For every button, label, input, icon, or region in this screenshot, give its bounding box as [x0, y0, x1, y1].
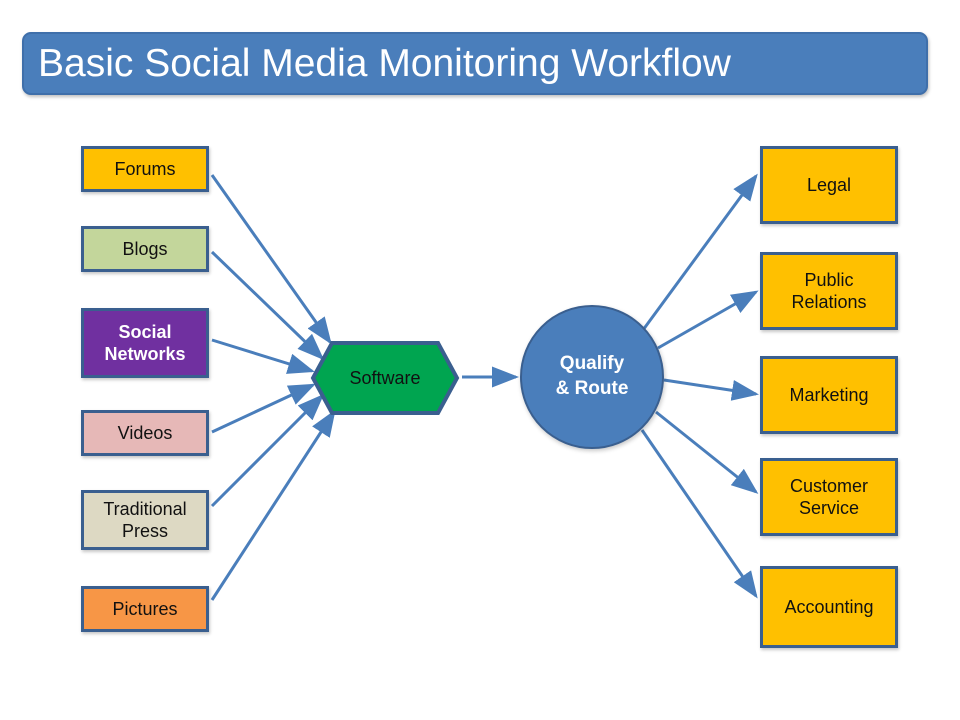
source-node-social-networks[interactable]: Social Networks [81, 308, 209, 378]
arrow-forums-to-software [210, 174, 332, 345]
node-label-line: Public [804, 269, 854, 290]
node-label-line: Relations [791, 292, 867, 312]
arrow-qualify-route-to-customer-service [655, 410, 759, 494]
node-label-line: Pictures [112, 598, 178, 619]
node-label-line: Forums [114, 158, 176, 179]
destination-node-accounting[interactable]: Accounting [760, 566, 898, 648]
arrow-qualify-route-to-accounting [640, 429, 758, 599]
node-label-line: Networks [104, 344, 186, 364]
node-label-line: Service [798, 498, 860, 518]
node-label-line: Traditional [103, 498, 187, 519]
source-node-forums[interactable]: Forums [81, 146, 209, 192]
destination-node-legal[interactable]: Legal [760, 146, 898, 224]
qualify-route-circle-node[interactable]: Qualify & Route [520, 305, 664, 449]
source-node-videos[interactable]: Videos [81, 410, 209, 456]
destination-node-marketing[interactable]: Marketing [760, 356, 898, 434]
workflow-diagram-canvas: Basic Social Media Monitoring Workflow F… [0, 0, 960, 720]
node-label-line: Blogs [122, 238, 168, 259]
node-label-line: Social [118, 321, 172, 342]
node-label-line: Videos [117, 422, 173, 443]
arrow-traditional-press-to-software [210, 393, 325, 508]
arrow-qualify-route-to-legal [641, 173, 758, 331]
software-hexagon-node[interactable] [310, 340, 460, 416]
qualify-route-line-2: & Route [555, 378, 629, 399]
arrow-social-networks-to-software [211, 338, 315, 374]
arrow-videos-to-software [211, 383, 316, 434]
arrow-qualify-route-to-marketing [663, 378, 759, 401]
source-node-pictures[interactable]: Pictures [81, 586, 209, 632]
node-label-line: Accounting [784, 596, 874, 617]
qualify-route-line-1: Qualify [559, 353, 625, 375]
node-label-line: Marketing [789, 384, 869, 405]
node-label-line: Legal [806, 174, 852, 195]
node-label-line: Customer [789, 475, 869, 496]
arrow-pictures-to-software [210, 409, 336, 601]
arrow-qualify-route-to-public-relations [657, 290, 759, 350]
destination-node-customer-service[interactable]: Customer Service [760, 458, 898, 536]
source-node-blogs[interactable]: Blogs [81, 226, 209, 272]
node-label-line: Press [121, 521, 168, 541]
source-node-traditional-press[interactable]: Traditional Press [81, 490, 209, 550]
destination-node-public-relations[interactable]: Public Relations [760, 252, 898, 330]
